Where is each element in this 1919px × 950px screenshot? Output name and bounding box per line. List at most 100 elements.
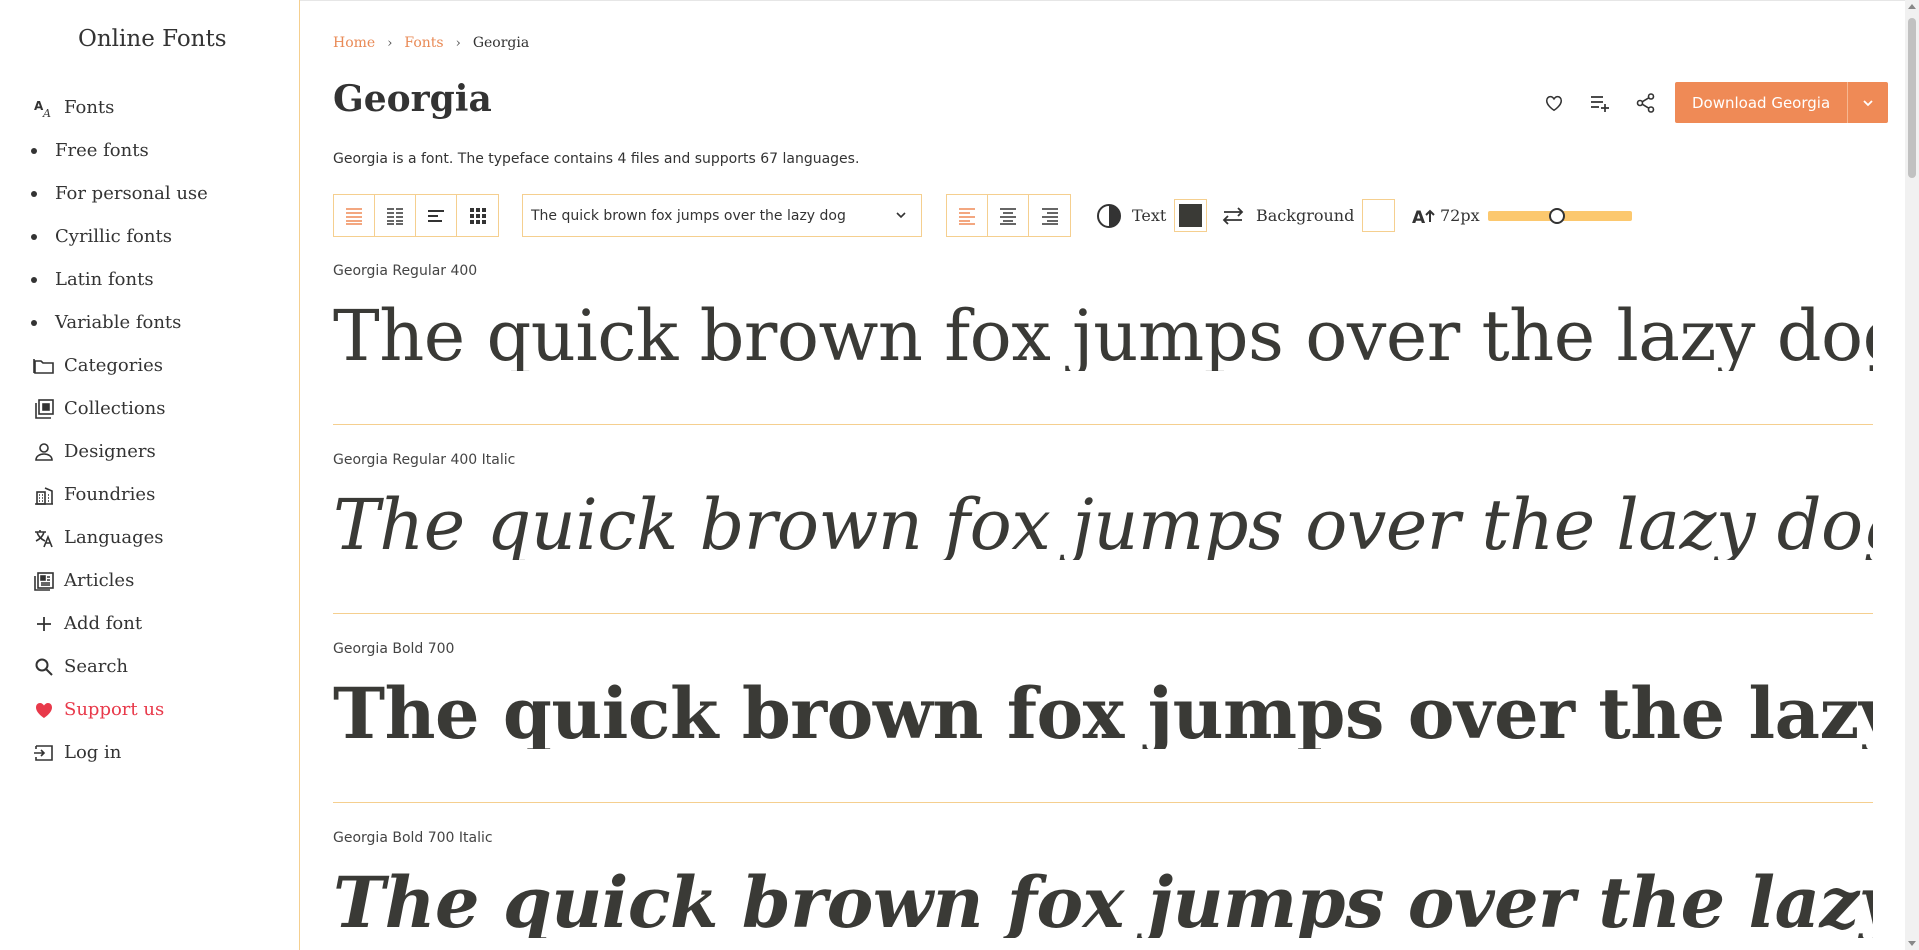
font-description: Georgia is a font. The typeface contains… [333,151,860,167]
list-view-icon[interactable] [334,195,375,236]
text-color-fill [1179,204,1203,227]
bullet-icon [31,148,53,154]
contrast-icon [1096,203,1122,229]
background-color-fill [1367,204,1391,227]
newspaper-icon [33,570,55,592]
columns-view-icon[interactable] [375,195,416,236]
svg-text:A: A [1412,208,1426,226]
sidebar-item-label: Foundries [64,484,156,505]
preview-sample-text[interactable]: The quick brown fox jumps over the lazy … [333,868,1873,938]
sidebar-item-label: Free fonts [55,140,149,161]
sidebar-item-label: Latin fonts [55,269,154,290]
divider [333,802,1873,803]
sidebar-item-label: Fonts [64,97,115,118]
folder-icon [33,355,55,377]
download-button[interactable]: Download Georgia [1675,82,1889,123]
background-color-swatch[interactable] [1362,199,1396,232]
sidebar-item-latin-fonts[interactable]: Latin fonts [0,258,300,301]
building-icon [33,484,55,506]
sidebar-item-personal-use[interactable]: For personal use [0,172,300,215]
sample-text-value: The quick brown fox jumps over the lazy … [531,207,846,224]
background-color-control: Background [1220,194,1396,237]
sidebar-item-label: Collections [64,398,166,419]
font-size-control: A 72px [1412,194,1632,237]
sidebar-item-categories[interactable]: Categories [0,344,300,387]
page-scrollbar[interactable] [1905,0,1919,950]
sidebar-item-log-in[interactable]: Log in [0,731,300,774]
sidebar-item-articles[interactable]: Articles [0,559,300,602]
preview-sample-text[interactable]: The quick brown fox jumps over the lazy … [333,301,1873,371]
chevron-down-icon[interactable] [1848,82,1888,123]
breadcrumb-fonts[interactable]: Fonts [404,35,443,51]
collections-icon [33,398,55,420]
sidebar-item-label: Articles [64,570,135,591]
sidebar-item-foundries[interactable]: Foundries [0,473,300,516]
breadcrumb-separator: › [455,35,461,51]
breadcrumb-home[interactable]: Home [333,35,375,51]
sidebar-item-collections[interactable]: Collections [0,387,300,430]
download-label: Download Georgia [1675,82,1849,123]
align-right-icon[interactable] [1029,195,1070,236]
sidebar-item-label: Search [64,656,128,677]
text-color-control: Text [1096,194,1208,237]
breadcrumb: Home › Fonts › Georgia [333,35,529,51]
sidebar-item-label: Categories [64,355,163,376]
sidebar-item-variable-fonts[interactable]: Variable fonts [0,301,300,344]
font-size-slider[interactable] [1487,207,1632,224]
text-color-swatch[interactable] [1174,199,1208,232]
sidebar-item-search[interactable]: Search [0,645,300,688]
preview-item-bold-italic: Georgia Bold 700 Italic The quick brown … [333,830,1873,938]
preview-sample-text[interactable]: The quick brown fox jumps over the lazy … [333,679,1873,749]
sidebar-item-label: Designers [64,441,156,462]
slider-handle[interactable] [1548,207,1565,224]
sidebar-item-cyrillic-fonts[interactable]: Cyrillic fonts [0,215,300,258]
sidebar-item-label: Cyrillic fonts [55,226,172,247]
breadcrumb-current: Georgia [472,35,530,51]
sidebar: Online Fonts AA Fonts Free fonts For per… [0,0,300,950]
sidebar-item-support-us[interactable]: Support us [0,688,300,731]
font-actions: Download Georgia [1531,82,1889,123]
playlist-add-icon[interactable] [1577,83,1623,123]
paragraph-view-icon[interactable] [416,195,457,236]
text-color-label: Text [1132,206,1167,225]
chevron-down-icon [893,207,909,227]
main-content: Home › Fonts › Georgia Georgia Georgia i… [301,0,1905,950]
preview-item-italic: Georgia Regular 400 Italic The quick bro… [333,452,1873,614]
site-brand[interactable]: Online Fonts [78,26,227,52]
sidebar-item-designers[interactable]: Designers [0,430,300,473]
bullet-icon [31,234,53,240]
heart-icon [33,699,55,721]
preview-style-name: Georgia Bold 700 [333,641,455,657]
sidebar-item-label: Variable fonts [55,312,182,333]
person-icon [33,441,55,463]
swap-colors-icon[interactable] [1220,205,1246,227]
scrollbar-thumb[interactable] [1908,18,1916,178]
sidebar-item-fonts[interactable]: AA Fonts [0,86,300,129]
sidebar-item-label: Log in [64,742,122,763]
sidebar-item-label: Add font [64,613,143,634]
heart-outline-icon[interactable] [1531,83,1577,123]
view-mode-group [333,194,499,237]
sample-text-select[interactable]: The quick brown fox jumps over the lazy … [522,194,922,237]
translate-icon [33,527,55,549]
preview-style-name: Georgia Regular 400 Italic [333,452,516,468]
sidebar-item-languages[interactable]: Languages [0,516,300,559]
align-center-icon[interactable] [988,195,1029,236]
scroll-down-arrow[interactable] [1908,941,1916,946]
font-size-icon: AA [33,97,55,119]
sidebar-item-free-fonts[interactable]: Free fonts [0,129,300,172]
preview-item-regular: Georgia Regular 400 The quick brown fox … [333,263,1873,425]
sidebar-item-add-font[interactable]: Add font [0,602,300,645]
grid-view-icon[interactable] [457,195,498,236]
bullet-icon [31,191,53,197]
preview-style-name: Georgia Regular 400 [333,263,478,279]
text-align-group [946,194,1071,237]
sidebar-item-label: Support us [64,699,165,720]
scroll-up-arrow[interactable] [1908,4,1916,9]
plus-icon [33,613,55,635]
preview-sample-text[interactable]: The quick brown fox jumps over the lazy … [333,490,1873,560]
share-icon[interactable] [1623,83,1669,123]
preview-style-name: Georgia Bold 700 Italic [333,830,493,846]
preview-toolbar: The quick brown fox jumps over the lazy … [333,194,1733,237]
align-left-icon[interactable] [947,195,988,236]
